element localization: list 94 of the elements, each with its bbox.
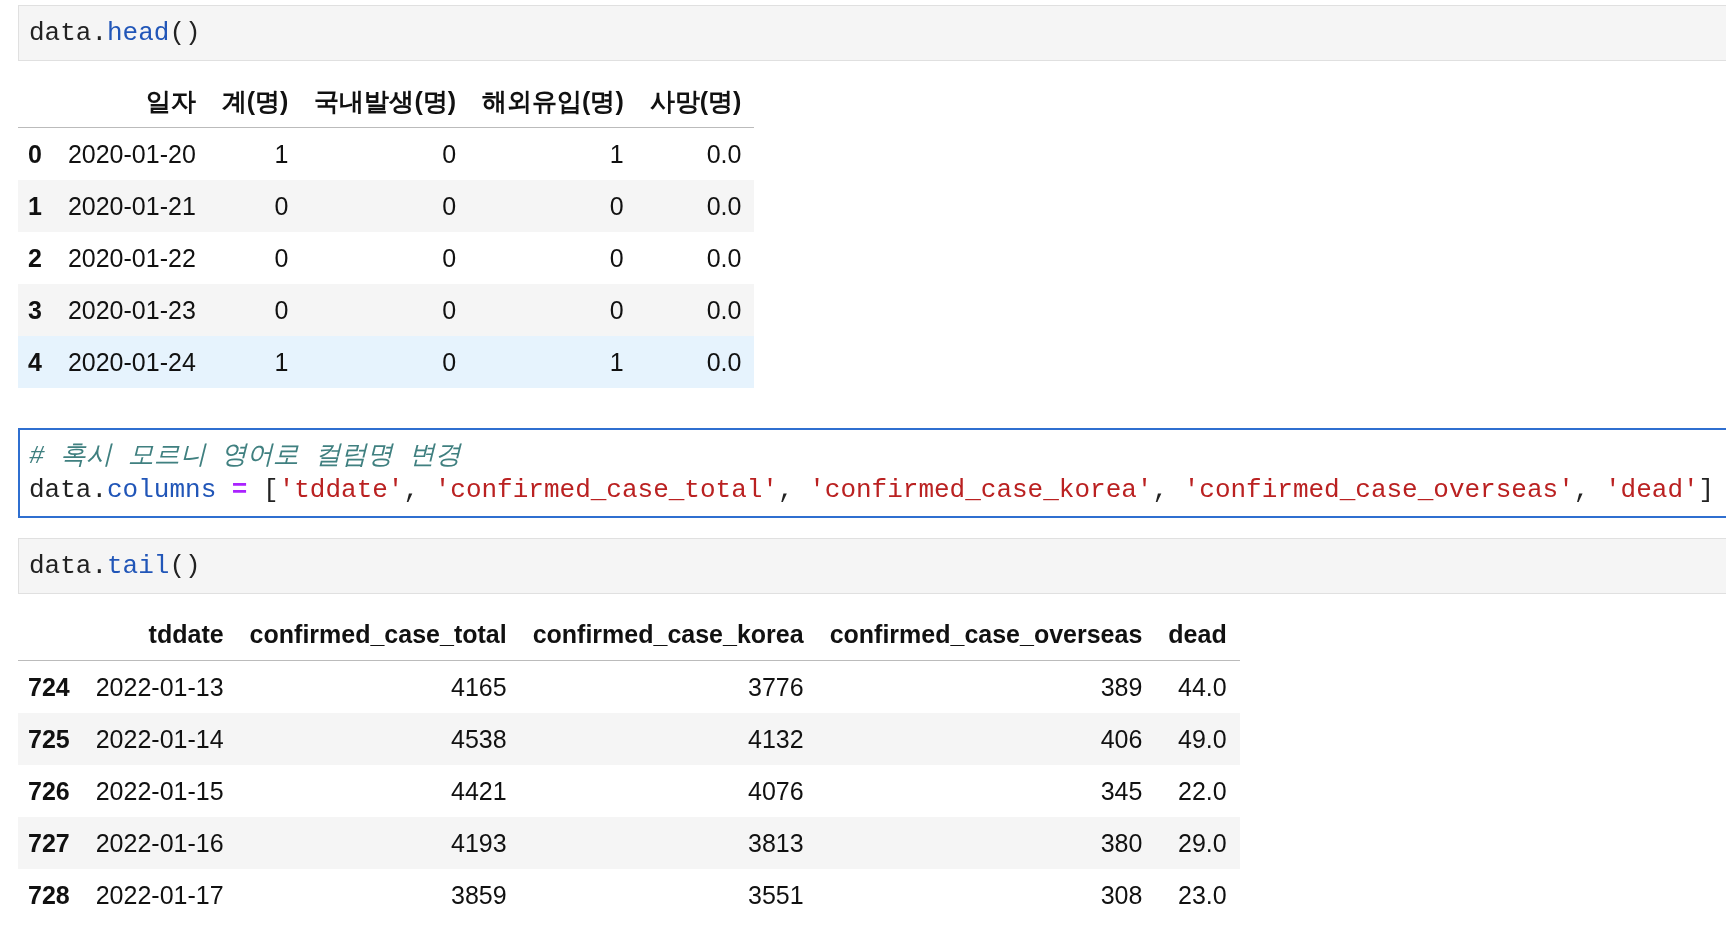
code-string: 'confirmed_case_total' xyxy=(434,475,778,505)
table-cell: 22.0 xyxy=(1155,765,1240,817)
table-cell: 0.0 xyxy=(636,336,755,388)
code-text: () xyxy=(169,551,201,581)
code-attribute: tail xyxy=(107,551,170,581)
table-cell: 0 xyxy=(469,232,637,284)
column-header: confirmed_case_total xyxy=(236,608,520,661)
code-text: , xyxy=(403,475,421,505)
code-attribute: columns xyxy=(107,475,217,505)
column-header: 사망(명) xyxy=(636,75,755,128)
table-cell: 0 xyxy=(208,284,302,336)
code-cell[interactable]: data.tail() xyxy=(18,538,1726,594)
table-cell: 2020-01-22 xyxy=(54,232,209,284)
row-index: 724 xyxy=(18,660,83,713)
table-cell: 0.0 xyxy=(636,284,755,336)
row-index: 4 xyxy=(18,336,55,388)
column-header: confirmed_case_korea xyxy=(519,608,817,661)
code-comment: # 혹시 모르니 영어로 컬럼명 변경 xyxy=(29,441,461,471)
table-cell: 406 xyxy=(816,713,1156,765)
table-cell: 4076 xyxy=(519,765,817,817)
table-cell: 1 xyxy=(208,336,302,388)
code-text: () xyxy=(169,18,201,48)
table-cell: 2020-01-20 xyxy=(54,127,209,180)
table-cell: 0 xyxy=(301,180,470,232)
table-cell: 0.0 xyxy=(636,232,755,284)
code-string: 'confirmed_case_korea' xyxy=(809,475,1153,505)
table-cell: 0.0 xyxy=(636,127,755,180)
code-string: 'dead' xyxy=(1604,475,1699,505)
table-cell: 2020-01-21 xyxy=(54,180,209,232)
table-cell: 4193 xyxy=(236,817,520,869)
table-cell: 0 xyxy=(469,180,637,232)
table-cell: 49.0 xyxy=(1155,713,1240,765)
table-cell: 0 xyxy=(469,284,637,336)
table-cell: 389 xyxy=(816,660,1156,713)
column-header: confirmed_case_overseas xyxy=(816,608,1156,661)
table-cell: 3551 xyxy=(519,869,817,921)
table-cell: 4165 xyxy=(236,660,520,713)
row-index: 728 xyxy=(18,869,83,921)
table-cell: 345 xyxy=(816,765,1156,817)
table-cell: 3776 xyxy=(519,660,817,713)
code-string: 'confirmed_case_overseas' xyxy=(1183,475,1574,505)
table-cell: 2022-01-14 xyxy=(82,713,237,765)
table-cell: 4132 xyxy=(519,713,817,765)
table-cell: 2022-01-13 xyxy=(82,660,237,713)
row-index: 725 xyxy=(18,713,83,765)
table-cell: 0 xyxy=(301,232,470,284)
code-text: [ xyxy=(263,475,279,505)
code-cell[interactable]: data.head() xyxy=(18,5,1726,61)
row-index: 726 xyxy=(18,765,83,817)
code-text: , xyxy=(1573,475,1591,505)
row-index: 0 xyxy=(18,127,55,180)
column-header: 해외유입(명) xyxy=(469,75,637,128)
column-header: 계(명) xyxy=(208,75,302,128)
code-text: ] xyxy=(1698,475,1715,505)
code-text: , xyxy=(777,475,795,505)
table-cell: 2020-01-24 xyxy=(54,336,209,388)
table-cell: 2022-01-15 xyxy=(82,765,237,817)
code-text: , xyxy=(1152,475,1170,505)
table-cell: 2022-01-16 xyxy=(82,817,237,869)
code-attribute: head xyxy=(107,18,170,48)
table-cell: 0.0 xyxy=(636,180,755,232)
code-string: 'tddate' xyxy=(278,475,404,505)
code-cell[interactable]: # 혹시 모르니 영어로 컬럼명 변경 data.columns = ['tddate', 'confirmed_case_total', 'confirmed_case_korea', 'confirmed_case_overseas', 'dead'] xyxy=(18,428,1726,518)
table-cell: 4538 xyxy=(236,713,520,765)
table-cell: 44.0 xyxy=(1155,660,1240,713)
table-cell: 380 xyxy=(816,817,1156,869)
table-cell: 0 xyxy=(208,180,302,232)
row-index: 1 xyxy=(18,180,55,232)
table-cell: 1 xyxy=(469,336,637,388)
table-cell: 4421 xyxy=(236,765,520,817)
column-header: 일자 xyxy=(54,75,209,128)
table-cell: 23.0 xyxy=(1155,869,1240,921)
table-cell: 3859 xyxy=(236,869,520,921)
code-text: data. xyxy=(29,551,107,581)
code-operator: = xyxy=(230,475,249,505)
column-header: 국내발생(명) xyxy=(301,75,470,128)
code-text: data. xyxy=(29,475,107,505)
table-cell: 0 xyxy=(301,127,470,180)
code-text: data. xyxy=(29,18,107,48)
table-cell: 1 xyxy=(469,127,637,180)
row-index: 2 xyxy=(18,232,55,284)
table-cell: 29.0 xyxy=(1155,817,1240,869)
column-header: dead xyxy=(1155,608,1240,661)
table-cell: 308 xyxy=(816,869,1156,921)
table-cell: 1 xyxy=(208,127,302,180)
column-header: tddate xyxy=(82,608,237,661)
table-cell: 2020-01-23 xyxy=(54,284,209,336)
table-cell: 0 xyxy=(301,336,470,388)
table-cell: 0 xyxy=(208,232,302,284)
row-index: 3 xyxy=(18,284,55,336)
table-cell: 3813 xyxy=(519,817,817,869)
table-cell: 0 xyxy=(301,284,470,336)
table-cell: 2022-01-17 xyxy=(82,869,237,921)
row-index: 727 xyxy=(18,817,83,869)
